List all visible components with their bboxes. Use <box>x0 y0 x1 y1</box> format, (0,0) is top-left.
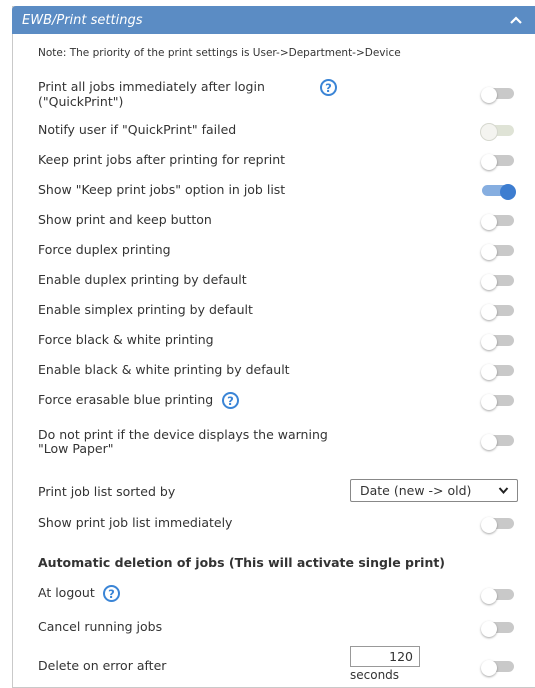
toggle-cancel-running[interactable] <box>481 620 516 637</box>
toggle-print-and-keep[interactable] <box>481 213 516 230</box>
toggle-notify-quickprint-failed[interactable] <box>481 123 516 140</box>
setting-label-continued: ("QuickPrint") <box>38 94 124 109</box>
toggle-force-bw[interactable] <box>481 333 516 350</box>
help-icon[interactable]: ? <box>103 585 120 602</box>
setting-label: At logout <box>38 585 95 600</box>
toggle-low-paper[interactable] <box>481 433 516 450</box>
setting-label: Show print job list immediately <box>38 515 233 530</box>
setting-label: Enable simplex printing by default <box>38 302 253 317</box>
setting-label: Enable duplex printing by default <box>38 272 247 287</box>
chevron-down-icon <box>498 487 509 495</box>
toggle-show-keep-option[interactable] <box>482 183 516 200</box>
auto-delete-heading: Automatic deletion of jobs (This will ac… <box>38 555 446 570</box>
setting-label: Show "Keep print jobs" option in job lis… <box>38 182 286 197</box>
setting-label: Enable black & white printing by default <box>38 362 290 377</box>
toggle-at-logout[interactable] <box>481 587 516 604</box>
toggle-simplex-default[interactable] <box>481 303 516 320</box>
toggle-erasable-blue[interactable] <box>481 393 516 410</box>
sort-label: Print job list sorted by <box>38 484 176 499</box>
toggle-bw-default[interactable] <box>481 363 516 380</box>
section-header[interactable]: EWB/Print settings <box>12 6 535 34</box>
delete-seconds-input[interactable]: 120 <box>350 646 420 667</box>
toggle-quickprint[interactable] <box>481 86 516 103</box>
toggle-show-list[interactable] <box>481 516 516 533</box>
toggle-duplex-default[interactable] <box>481 273 516 290</box>
setting-label: Print all jobs immediately after login <box>38 79 265 94</box>
seconds-unit-label: seconds <box>350 668 400 682</box>
help-icon[interactable]: ? <box>320 79 337 96</box>
setting-label: Force erasable blue printing <box>38 392 214 407</box>
help-icon[interactable]: ? <box>222 392 239 409</box>
toggle-force-duplex[interactable] <box>481 243 516 260</box>
setting-label-continued: "Low Paper" <box>38 441 114 456</box>
toggle-keep-jobs[interactable] <box>481 153 516 170</box>
setting-label: Show print and keep button <box>38 212 212 227</box>
chevron-up-icon[interactable] <box>509 14 523 26</box>
sort-select-value: Date (new -> old) <box>360 483 472 498</box>
setting-label: Force black & white printing <box>38 332 214 347</box>
section-title: EWB/Print settings <box>22 12 143 28</box>
setting-label: Keep print jobs after printing for repri… <box>38 152 286 167</box>
priority-note: Note: The priority of the print settings… <box>38 47 401 59</box>
sort-select[interactable]: Date (new -> old) <box>350 479 518 502</box>
setting-label: Notify user if "QuickPrint" failed <box>38 122 237 137</box>
toggle-delete-on-error[interactable] <box>481 659 516 676</box>
setting-label: Cancel running jobs <box>38 619 163 634</box>
setting-label: Force duplex printing <box>38 242 171 257</box>
setting-label: Delete on error after <box>38 658 167 673</box>
